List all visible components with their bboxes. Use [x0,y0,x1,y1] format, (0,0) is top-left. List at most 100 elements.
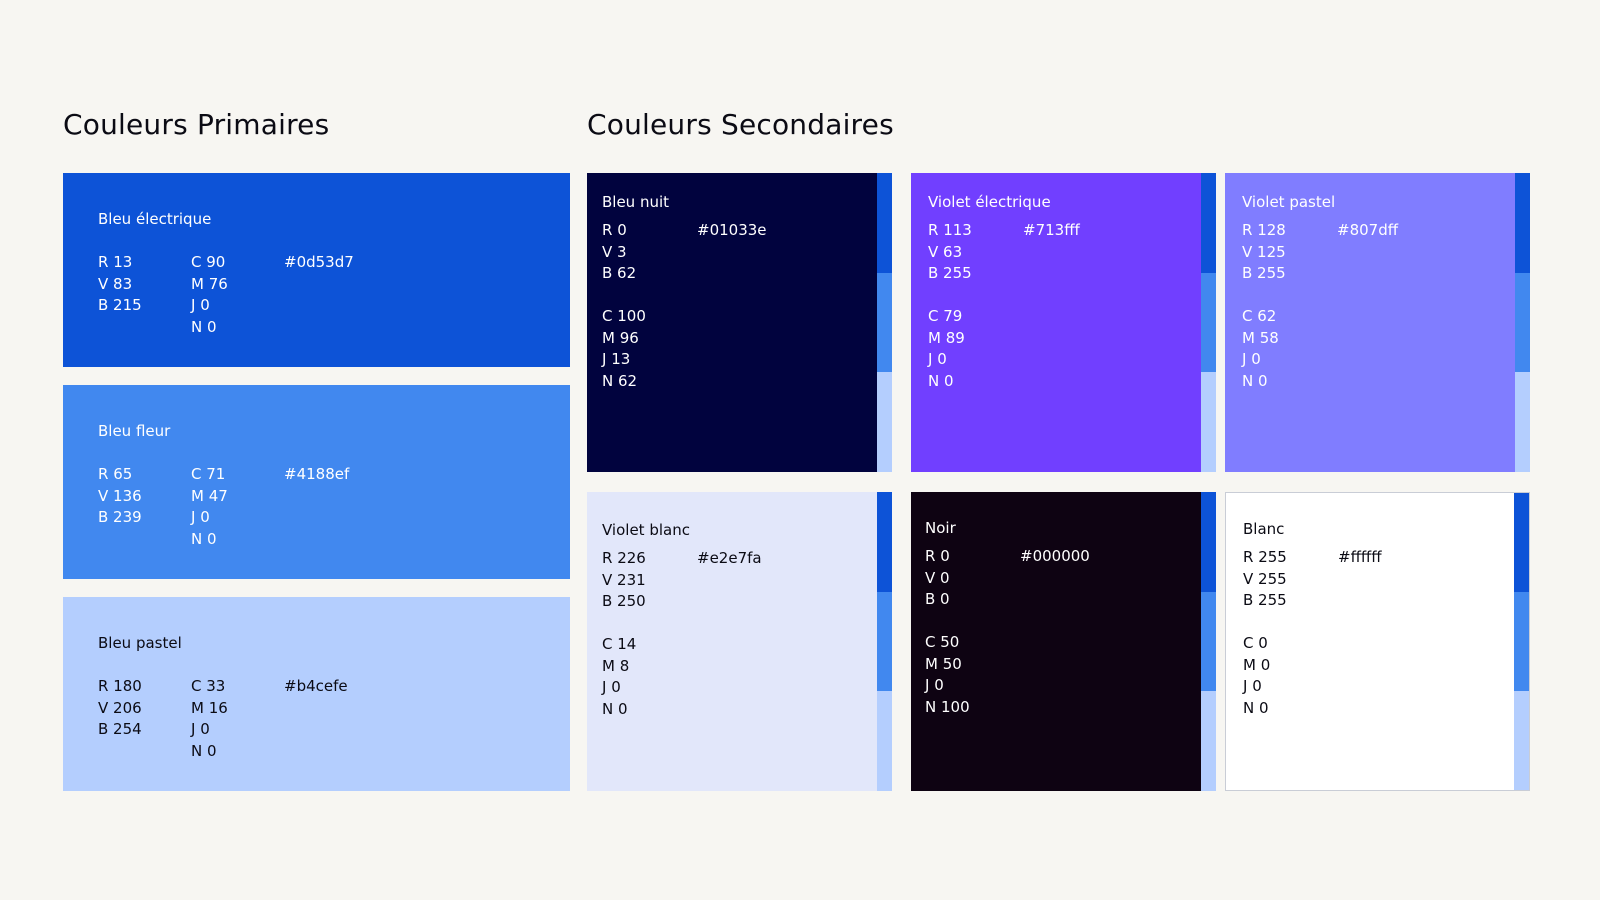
rgb-r: R 65 [98,465,133,483]
swatch-bleu-fleur: Bleu fleur R 65 V 136 B 239 C 71 M 47 J … [63,385,570,579]
swatch-name: Violet pastel [1242,193,1336,211]
cmjn-values: C 62 M 58 J 0 N 0 [1242,306,1279,392]
cmjn-values: C 100 M 96 J 13 N 62 [602,306,646,392]
cmjn-j: J 13 [602,350,631,368]
hex-value: #807dff [1337,220,1398,242]
rgb-g: V 83 [98,274,133,293]
cmjn-m: M 89 [928,328,965,347]
cmjn-values: C 0 M 0 J 0 N 0 [1243,633,1270,719]
swatch-bleu-nuit: Bleu nuit R 0 V 3 B 62 #01033e C 100 M 9… [587,173,892,472]
rgb-values: R 180 V 206 B 254 [98,676,142,741]
cmjn-m: M 50 [925,654,962,673]
swatch-noir: Noir R 0 V 0 B 0 #000000 C 50 M 50 J 0 N… [911,492,1216,791]
rgb-b: B 254 [98,720,142,738]
swatch-violet-blanc: Violet blanc R 226 V 231 B 250 #e2e7fa C… [587,492,892,791]
rgb-g: V 231 [602,570,646,589]
rgb-g: V 125 [1242,242,1286,261]
swatch-name: Bleu nuit [602,193,670,211]
hex-value: #e2e7fa [697,548,762,570]
cmjn-m: M 16 [191,698,228,717]
rgb-b: B 255 [1242,264,1286,282]
rgb-b: B 62 [602,264,637,282]
secondary-colors-heading: Couleurs Secondaires [587,108,894,141]
swatch-name: Bleu pastel [98,634,182,652]
rgb-b: B 250 [602,592,646,610]
cmjn-n: N 62 [602,371,638,390]
cmjn-n: N 0 [191,529,217,548]
hex-value: #0d53d7 [284,252,354,274]
cmjn-m: M 96 [602,328,639,347]
swatch-bleu-electrique: Bleu électrique R 13 V 83 B 215 C 90 M 7… [63,173,570,367]
hex-code: #e2e7fa [697,549,762,567]
cmjn-values: C 14 M 8 J 0 N 0 [602,634,636,720]
rgb-values: R 0 V 3 B 62 [602,220,636,285]
hex-code: #000000 [1020,547,1090,565]
cmjn-j: J 0 [1243,677,1262,695]
hex-value: #000000 [1020,546,1090,568]
cmjn-values: C 90 M 76 J 0 N 0 [191,252,228,338]
cmjn-c: C 71 [191,465,226,483]
blue-scale-strip [877,173,892,472]
hex-value: #ffffff [1338,547,1382,569]
swatch-name: Blanc [1243,520,1285,538]
blue-scale-strip [1514,493,1529,790]
rgb-b: B 255 [928,264,972,282]
hex-value: #b4cefe [284,676,348,698]
cmjn-n: N 100 [925,697,970,716]
blue-scale-strip [1201,173,1216,472]
cmjn-m: M 76 [191,274,228,293]
blue-scale-strip [1515,173,1530,472]
cmjn-j: J 0 [602,678,621,696]
cmjn-c: C 100 [602,307,646,325]
rgb-b: B 255 [1243,591,1287,609]
cmjn-values: C 71 M 47 J 0 N 0 [191,464,228,550]
cmjn-values: C 50 M 50 J 0 N 100 [925,632,970,718]
cmjn-m: M 8 [602,656,630,675]
cmjn-n: N 0 [602,699,628,718]
cmjn-n: N 0 [928,371,954,390]
swatch-violet-electrique: Violet électrique R 113 V 63 B 255 #713f… [911,173,1216,472]
cmjn-j: J 0 [928,350,947,368]
rgb-values: R 113 V 63 B 255 [928,220,972,285]
swatch-name: Noir [925,519,956,537]
rgb-b: B 215 [98,296,142,314]
cmjn-c: C 50 [925,633,960,651]
cmjn-m: M 47 [191,486,228,505]
hex-code: #807dff [1337,221,1399,239]
blue-scale-strip [1201,492,1216,791]
cmjn-j: J 0 [191,296,210,314]
rgb-values: R 65 V 136 B 239 [98,464,142,529]
swatch-name: Bleu fleur [98,422,171,440]
blue-scale-strip [877,492,892,791]
swatch-violet-pastel: Violet pastel R 128 V 125 B 255 #807dff … [1225,173,1530,472]
cmjn-n: N 0 [191,741,217,760]
cmjn-m: M 0 [1243,655,1271,674]
primary-colors-heading: Couleurs Primaires [63,108,330,141]
rgb-g: V 255 [1243,569,1287,588]
rgb-r: R 128 [1242,221,1286,239]
cmjn-c: C 62 [1242,307,1277,325]
hex-value: #4188ef [284,464,349,486]
rgb-values: R 128 V 125 B 255 [1242,220,1286,285]
cmjn-c: C 0 [1243,634,1268,652]
hex-code: #4188ef [284,465,350,483]
cmjn-c: C 33 [191,677,226,695]
cmjn-c: C 79 [928,307,963,325]
rgb-b: B 0 [925,590,950,608]
rgb-r: R 226 [602,549,646,567]
rgb-g: V 206 [98,698,142,717]
hex-value: #713fff [1023,220,1080,242]
swatch-name: Bleu électrique [98,210,212,228]
rgb-values: R 255 V 255 B 255 [1243,547,1287,612]
rgb-values: R 226 V 231 B 250 [602,548,646,613]
cmjn-values: C 33 M 16 J 0 N 0 [191,676,228,762]
hex-value: #01033e [697,220,767,242]
rgb-g: V 0 [925,568,950,587]
hex-code: #ffffff [1338,548,1382,566]
hex-code: #b4cefe [284,677,348,695]
hex-code: #713fff [1023,221,1080,239]
cmjn-m: M 58 [1242,328,1279,347]
rgb-b: B 239 [98,508,142,526]
cmjn-n: N 0 [1242,371,1268,390]
rgb-r: R 0 [602,221,627,239]
